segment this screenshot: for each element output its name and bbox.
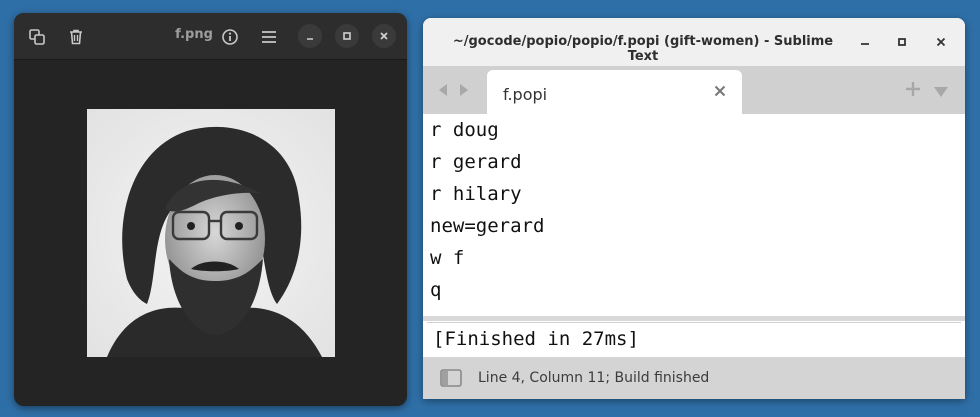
tab-bar: f.popi bbox=[423, 66, 965, 114]
tab-dropdown-icon[interactable] bbox=[933, 83, 949, 102]
tab-label: f.popi bbox=[503, 85, 548, 104]
menu-icon[interactable] bbox=[256, 24, 282, 50]
editor-area[interactable]: r doug r gerard r hilary new=gerard w f … bbox=[423, 114, 965, 316]
tab-close-icon[interactable] bbox=[714, 83, 726, 101]
sublime-titlebar: ~/gocode/popio/popio/f.popi (gift-women)… bbox=[423, 18, 965, 66]
tab-prev-icon[interactable] bbox=[437, 82, 449, 101]
code-line: new=gerard bbox=[430, 215, 545, 237]
image-viewer-header: f.png bbox=[14, 13, 407, 60]
new-tab-plus-icon[interactable] bbox=[905, 81, 921, 101]
sidebar-toggle-icon[interactable] bbox=[440, 369, 462, 391]
build-output-text: [Finished in 27ms] bbox=[433, 328, 639, 350]
code-line: w f bbox=[430, 247, 465, 269]
close-icon[interactable] bbox=[931, 32, 951, 52]
window-title: ~/gocode/popio/popio/f.popi (gift-women)… bbox=[452, 34, 834, 64]
code-line: r doug bbox=[430, 119, 499, 141]
status-bar: Line 4, Column 11; Build finished bbox=[423, 357, 965, 399]
status-text: Line 4, Column 11; Build finished bbox=[478, 370, 710, 386]
build-output-panel[interactable]: [Finished in 27ms] bbox=[427, 322, 961, 357]
code-line: q bbox=[430, 279, 442, 301]
info-icon[interactable] bbox=[217, 24, 243, 50]
code-line: r hilary bbox=[430, 183, 522, 205]
minimize-icon[interactable] bbox=[855, 32, 875, 52]
code-line: r gerard bbox=[430, 151, 522, 173]
maximize-icon[interactable] bbox=[335, 24, 359, 48]
tab-f-popi[interactable]: f.popi bbox=[487, 70, 742, 114]
close-icon[interactable] bbox=[372, 24, 396, 48]
tab-next-icon[interactable] bbox=[458, 82, 470, 101]
image-viewer-window: f.png bbox=[14, 13, 407, 406]
panel-divider[interactable] bbox=[423, 316, 965, 321]
copy-icon[interactable] bbox=[24, 24, 50, 50]
minimize-icon[interactable] bbox=[298, 24, 322, 48]
trash-icon[interactable] bbox=[63, 24, 89, 50]
sublime-text-window: ~/gocode/popio/popio/f.popi (gift-women)… bbox=[423, 18, 965, 399]
maximize-icon[interactable] bbox=[892, 32, 912, 52]
photo-image bbox=[87, 109, 335, 357]
